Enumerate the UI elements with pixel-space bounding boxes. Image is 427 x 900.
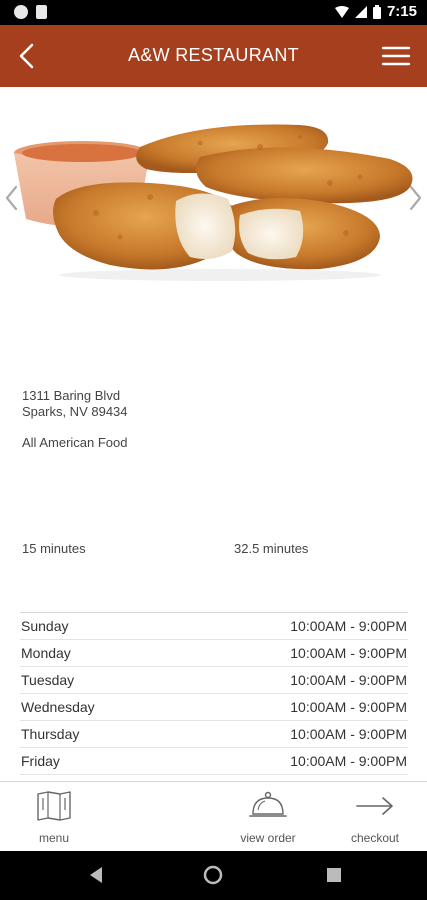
system-home-button[interactable]: [202, 864, 224, 891]
system-recents-button[interactable]: [326, 867, 342, 888]
hours-time: 10:00AM - 9:00PM: [290, 753, 407, 769]
hours-time: 10:00AM - 9:00PM: [290, 645, 407, 661]
hours-row: Sunday 10:00AM - 9:00PM: [20, 613, 408, 640]
hours-day: Friday: [21, 753, 60, 769]
wifi-icon: [334, 5, 349, 18]
cloche-icon: [249, 791, 287, 817]
hours-time: 10:00AM - 9:00PM: [290, 672, 407, 688]
notification-icon: [14, 5, 28, 19]
hours-time: 10:00AM - 9:00PM: [290, 699, 407, 715]
view-order-nav-button[interactable]: view order: [228, 790, 308, 845]
hours-time: 10:00AM - 9:00PM: [290, 726, 407, 742]
hours-day: Tuesday: [21, 672, 75, 688]
hours-day: Wednesday: [21, 699, 95, 715]
checkout-label: checkout: [350, 831, 400, 845]
time-estimate-2: 32.5 minutes: [234, 541, 309, 556]
hours-day: Sunday: [21, 618, 69, 634]
time-estimate-1: 15 minutes: [22, 541, 86, 556]
hours-row: Tuesday 10:00AM - 9:00PM: [20, 667, 408, 694]
signal-icon: [354, 5, 367, 18]
sim-icon: [36, 5, 47, 19]
hours-table: Sunday 10:00AM - 9:00PM Monday 10:00AM -…: [20, 612, 408, 775]
square-recents-icon: [327, 868, 341, 882]
carousel-prev-button[interactable]: [2, 183, 22, 213]
system-nav-bar: [0, 851, 427, 900]
menu-nav-button[interactable]: menu: [24, 790, 84, 845]
status-time: 7:15: [386, 3, 417, 20]
chicken-tenders-image: [14, 124, 413, 281]
arrow-right-icon: [356, 797, 393, 815]
checkout-nav-button[interactable]: checkout: [340, 790, 410, 845]
chevron-left-icon: [5, 185, 18, 211]
hero-carousel[interactable]: [0, 87, 427, 327]
system-back-button[interactable]: [88, 865, 104, 890]
status-bar: 7:15: [0, 0, 427, 25]
chevron-left-icon: [19, 43, 34, 69]
hours-day: Monday: [21, 645, 71, 661]
back-button[interactable]: [12, 39, 46, 73]
hours-row: Monday 10:00AM - 9:00PM: [20, 640, 408, 667]
chevron-right-icon: [409, 185, 422, 211]
hamburger-menu-button[interactable]: [381, 41, 411, 71]
cuisine-type: All American Food: [22, 435, 128, 450]
page-title: A&W RESTAURANT: [128, 45, 299, 65]
menu-book-icon: [37, 791, 71, 821]
hamburger-menu-icon: [381, 46, 411, 66]
battery-icon: [372, 4, 381, 19]
view-order-label: view order: [240, 831, 296, 845]
home-circle-icon: [203, 865, 223, 885]
app-bar: A&W RESTAURANT: [0, 25, 427, 87]
hours-day: Thursday: [21, 726, 80, 742]
triangle-back-icon: [90, 867, 102, 883]
hours-time: 10:00AM - 9:00PM: [290, 618, 407, 634]
hours-row: Friday 10:00AM - 9:00PM: [20, 748, 408, 775]
bottom-nav: menu view order checkout: [0, 781, 427, 851]
address: 1311 Baring Blvd Sparks, NV 89434: [22, 388, 128, 420]
address-line-2: Sparks, NV 89434: [22, 404, 128, 419]
address-line-1: 1311 Baring Blvd: [22, 388, 121, 403]
hours-row: Thursday 10:00AM - 9:00PM: [20, 721, 408, 748]
carousel-next-button[interactable]: [405, 183, 425, 213]
hours-row: Wednesday 10:00AM - 9:00PM: [20, 694, 408, 721]
menu-nav-label: menu: [38, 831, 70, 845]
